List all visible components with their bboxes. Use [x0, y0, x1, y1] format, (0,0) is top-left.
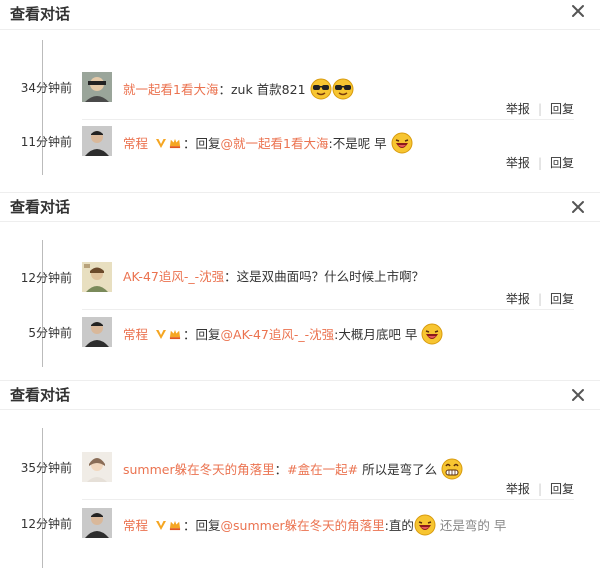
sunglasses-emoji-icon — [310, 78, 332, 100]
username-link[interactable]: 常程 — [123, 518, 148, 533]
avatar[interactable] — [82, 72, 112, 102]
verified-v-icon — [155, 328, 167, 340]
comment-text: zuk 首款821 — [230, 82, 306, 97]
vip-crown-icon[interactable] — [169, 137, 182, 150]
action-separator: | — [537, 102, 542, 116]
laugh-emoji-icon — [421, 323, 443, 345]
avatar[interactable] — [82, 508, 112, 538]
comment-text-line: 常程 ：回复@summer躲在冬天的角落里:直的 还是弯的 早 — [123, 514, 580, 536]
comment-text: :直的 — [384, 518, 414, 533]
avatar[interactable] — [82, 452, 112, 482]
avatar[interactable] — [82, 317, 112, 347]
panel-title: 查看对话 — [10, 386, 71, 404]
action-separator: | — [537, 482, 542, 496]
comment-actions: 举报 | 回复 — [506, 480, 574, 497]
timestamp: 34分钟前 — [20, 81, 72, 95]
timestamp: 12分钟前 — [20, 517, 72, 531]
username-link[interactable]: summer躲在冬天的角落里 — [123, 462, 275, 477]
comment-text: :大概月底吧 早 — [334, 327, 418, 342]
sunglasses-emoji-icon — [332, 78, 354, 100]
panel-title: 查看对话 — [10, 5, 71, 23]
username-link[interactable]: 常程 — [123, 327, 148, 342]
timestamp: 35分钟前 — [20, 461, 72, 475]
comment-actions: 举报 | 回复 — [506, 290, 574, 307]
topic-link[interactable]: #盒在一起# — [287, 462, 358, 477]
timestamp: 12分钟前 — [20, 271, 72, 285]
separator: ： — [183, 327, 196, 342]
divider — [82, 119, 574, 120]
username-link[interactable]: 就一起看1看大海 — [123, 82, 218, 97]
panel-header: 查看对话 — [0, 380, 600, 410]
report-link[interactable]: 举报 — [506, 292, 530, 306]
comment-text: :不是呢 早 — [328, 136, 387, 151]
divider — [82, 309, 574, 310]
comment-text: 所以是弯了么 — [358, 462, 438, 477]
panel-header: 查看对话 — [0, 192, 600, 222]
separator: ： — [274, 462, 288, 477]
reply-prefix: 回复 — [195, 518, 221, 533]
comment-entry: 35分钟前 summer躲在冬天的角落里：#盒在一起# 所以是弯了么 举报 | 回复 — [0, 452, 600, 500]
avatar[interactable] — [82, 262, 112, 292]
reply-link[interactable]: 回复 — [550, 156, 574, 170]
comment-entry: 11分钟前 常程 ：回复@就一起看1看大海:不是呢 早 举报 | 回复 — [0, 126, 600, 174]
verified-v-icon — [155, 519, 167, 531]
reply-prefix: 回复 — [195, 327, 221, 342]
mention-link[interactable]: @summer躲在冬天的角落里 — [221, 518, 385, 533]
mention-link[interactable]: @AK-47追风-_-沈强 — [221, 327, 335, 342]
conversation-panel-1: 查看对话 — [0, 0, 600, 30]
separator: ： — [218, 82, 231, 97]
comment-text-line: AK-47追风-_-沈强：这是双曲面吗？什么时候上市啊？ — [123, 268, 580, 286]
comment-entry: 5分钟前 常程 ：回复@AK-47追风-_-沈强:大概月底吧 早 — [0, 317, 600, 365]
separator: ： — [183, 136, 196, 151]
conversation-panel-2: 查看对话 — [0, 192, 600, 222]
timestamp: 5分钟前 — [28, 326, 72, 340]
username-link[interactable]: AK-47追风-_-沈强 — [123, 269, 224, 284]
report-link[interactable]: 举报 — [506, 482, 530, 496]
comment-text-after: 还是弯的 早 — [435, 518, 507, 533]
avatar[interactable] — [82, 126, 112, 156]
panel-title: 查看对话 — [10, 198, 71, 216]
comment-actions: 举报 | 回复 — [506, 100, 574, 117]
comment-entry: 12分钟前 AK-47追风-_-沈强：这是双曲面吗？什么时候上市啊？ 举报 | 回复 — [0, 262, 600, 310]
divider — [82, 499, 574, 500]
mention-link[interactable]: @就一起看1看大海 — [221, 136, 329, 151]
comment-actions: 举报 | 回复 — [506, 154, 574, 171]
laugh-emoji-icon — [414, 514, 436, 536]
comment-entry: 34分钟前 就一起看1看大海：zuk 首款821 举报 | 回复 — [0, 72, 600, 120]
comment-text-line: summer躲在冬天的角落里：#盒在一起# 所以是弯了么 — [123, 458, 580, 480]
separator: ： — [183, 518, 196, 533]
comment-text: 这是双曲面吗？什么时候上市啊？ — [236, 269, 425, 284]
conversation-panel-3: 查看对话 — [0, 380, 600, 410]
comment-text-line: 常程 ：回复@就一起看1看大海:不是呢 早 — [123, 132, 580, 154]
vip-crown-icon[interactable] — [169, 328, 182, 341]
reply-prefix: 回复 — [195, 136, 221, 151]
laugh-emoji-icon — [391, 132, 413, 154]
reply-link[interactable]: 回复 — [550, 482, 574, 496]
comment-text-line: 常程 ：回复@AK-47追风-_-沈强:大概月底吧 早 — [123, 323, 580, 345]
vip-crown-icon[interactable] — [169, 519, 182, 532]
comment-text-line: 就一起看1看大海：zuk 首款821 — [123, 78, 580, 100]
close-icon[interactable] — [570, 3, 586, 19]
panel-header: 查看对话 — [0, 0, 600, 30]
verified-v-icon — [155, 137, 167, 149]
timestamp: 11分钟前 — [20, 135, 72, 149]
reply-link[interactable]: 回复 — [550, 102, 574, 116]
username-link[interactable]: 常程 — [123, 136, 148, 151]
action-separator: | — [537, 156, 542, 170]
report-link[interactable]: 举报 — [506, 156, 530, 170]
grin-emoji-icon — [441, 458, 463, 480]
report-link[interactable]: 举报 — [506, 102, 530, 116]
close-icon[interactable] — [570, 387, 586, 403]
reply-link[interactable]: 回复 — [550, 292, 574, 306]
action-separator: | — [537, 292, 542, 306]
close-icon[interactable] — [570, 199, 586, 215]
comment-entry: 12分钟前 常程 ：回复@summer躲在冬天的角落里:直的 还是弯的 早 — [0, 508, 600, 556]
separator: ： — [224, 269, 237, 284]
